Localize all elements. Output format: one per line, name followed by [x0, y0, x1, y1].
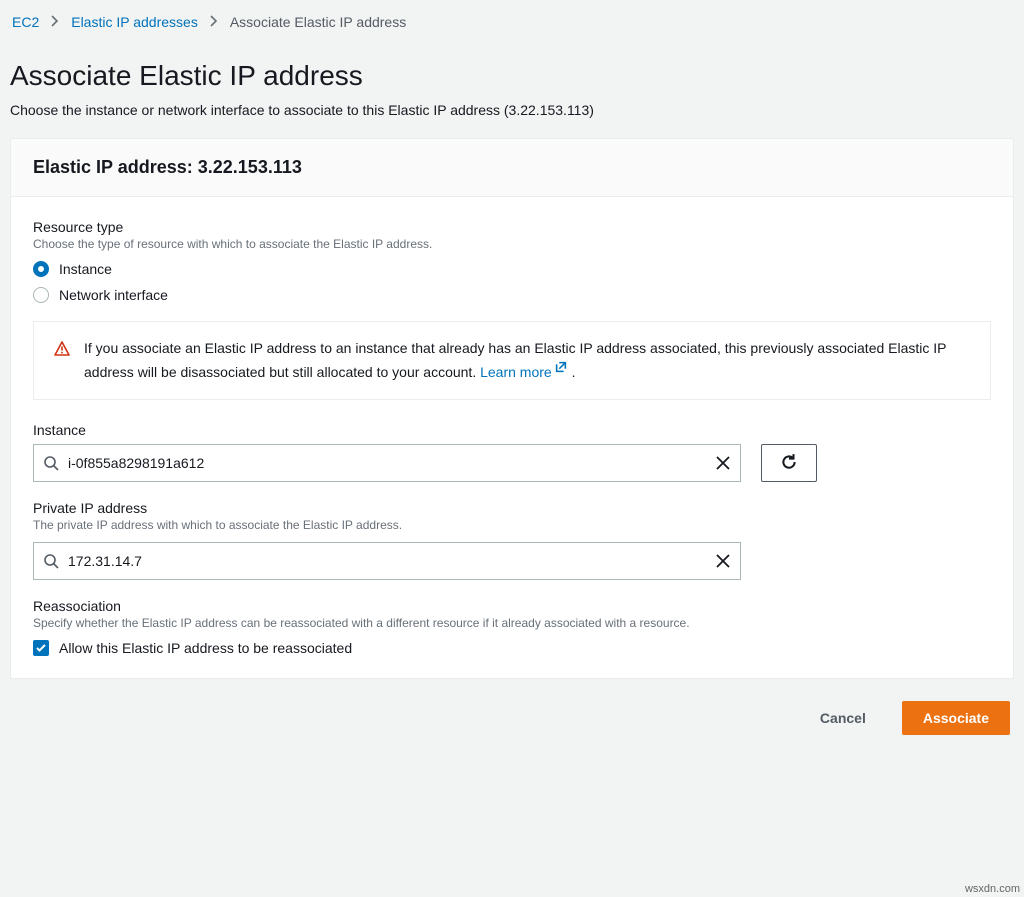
private-ip-input[interactable] — [33, 542, 741, 580]
search-icon — [43, 455, 59, 471]
external-link-icon — [554, 359, 568, 380]
resource-type-section: Resource type Choose the type of resourc… — [33, 219, 991, 303]
reassociation-checkbox[interactable]: Allow this Elastic IP address to be reas… — [33, 640, 991, 656]
radio-instance-label: Instance — [59, 261, 112, 277]
clear-icon[interactable] — [715, 455, 731, 471]
radio-network-interface[interactable]: Network interface — [33, 287, 991, 303]
learn-more-link[interactable]: Learn more — [480, 364, 568, 380]
page-description: Choose the instance or network interface… — [10, 102, 1014, 118]
resource-type-label: Resource type — [33, 219, 991, 235]
footer-actions: Cancel Associate — [0, 679, 1024, 757]
radio-icon — [33, 261, 49, 277]
private-ip-label: Private IP address — [33, 500, 991, 516]
breadcrumb: EC2 Elastic IP addresses Associate Elast… — [0, 0, 1024, 40]
watermark: wsxdn.com — [965, 883, 1020, 895]
reassociation-label: Reassociation — [33, 598, 991, 614]
checkbox-checked-icon — [33, 640, 49, 656]
refresh-button[interactable] — [761, 444, 817, 482]
associate-panel: Elastic IP address: 3.22.153.113 Resourc… — [10, 138, 1014, 679]
cancel-button[interactable]: Cancel — [800, 702, 886, 734]
chevron-right-icon — [210, 14, 218, 30]
breadcrumb-current: Associate Elastic IP address — [230, 14, 406, 30]
page-title: Associate Elastic IP address — [10, 60, 1014, 92]
info-text-trailing: . — [572, 364, 576, 380]
refresh-icon — [780, 453, 798, 474]
radio-instance[interactable]: Instance — [33, 261, 991, 277]
chevron-right-icon — [51, 14, 59, 30]
breadcrumb-ec2[interactable]: EC2 — [12, 14, 39, 30]
resource-type-hint: Choose the type of resource with which t… — [33, 237, 991, 251]
radio-icon — [33, 287, 49, 303]
reassociation-section: Reassociation Specify whether the Elasti… — [33, 598, 991, 656]
panel-ip: 3.22.153.113 — [198, 157, 302, 177]
search-icon — [43, 553, 59, 569]
panel-header: Elastic IP address: 3.22.153.113 — [11, 139, 1013, 197]
instance-input[interactable] — [33, 444, 741, 482]
reassociation-checkbox-label: Allow this Elastic IP address to be reas… — [59, 640, 352, 656]
private-ip-hint: The private IP address with which to ass… — [33, 518, 991, 532]
associate-button[interactable]: Associate — [902, 701, 1010, 735]
breadcrumb-elastic-ip-addresses[interactable]: Elastic IP addresses — [71, 14, 198, 30]
reassociation-hint: Specify whether the Elastic IP address c… — [33, 616, 991, 630]
instance-field-section: Instance — [33, 422, 991, 482]
private-ip-section: Private IP address The private IP addres… — [33, 500, 991, 580]
radio-network-interface-label: Network interface — [59, 287, 168, 303]
clear-icon[interactable] — [715, 553, 731, 569]
warning-icon — [54, 338, 70, 357]
instance-label: Instance — [33, 422, 991, 438]
panel-title-prefix: Elastic IP address: — [33, 157, 198, 177]
info-box: If you associate an Elastic IP address t… — [33, 321, 991, 400]
